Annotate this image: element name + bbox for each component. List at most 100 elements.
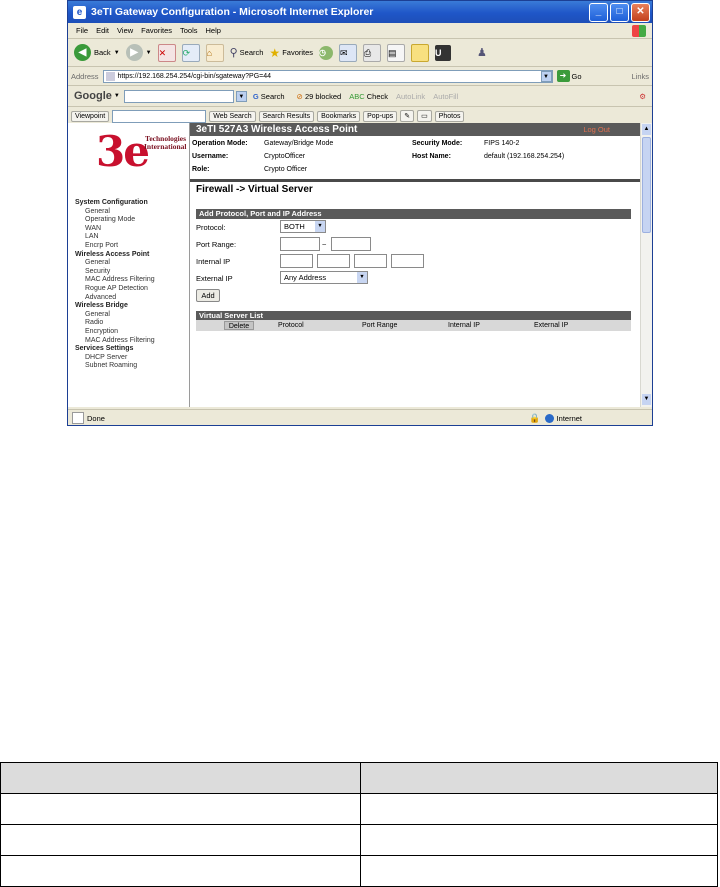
search-results-button[interactable]: Search Results: [258, 110, 315, 122]
address-input[interactable]: https://192.168.254.254/cgi-bin/sgateway…: [102, 69, 553, 83]
search-button[interactable]: ⚲ Search: [230, 46, 264, 59]
autofill-button[interactable]: AutoFill: [433, 92, 458, 101]
nav-item[interactable]: Security: [75, 268, 155, 277]
back-arrow-icon: ◀: [74, 44, 91, 61]
google-logo[interactable]: Google: [74, 90, 112, 102]
logout-link[interactable]: Log Out: [583, 125, 610, 134]
maximize-button[interactable]: □: [610, 2, 629, 22]
print-icon[interactable]: ⎙: [363, 43, 382, 62]
back-button[interactable]: ◀ Back ▼: [74, 44, 120, 61]
people-icon[interactable]: ♟: [477, 46, 487, 59]
scroll-down-icon[interactable]: ▼: [642, 394, 651, 405]
table-cell: [360, 793, 718, 825]
scroll-up-icon[interactable]: ▲: [642, 124, 651, 135]
table-row: [0, 855, 718, 887]
internal-ip-octet-2[interactable]: [317, 254, 350, 268]
google-search-button[interactable]: G Search: [253, 92, 285, 101]
edit-icon[interactable]: ▤: [387, 43, 406, 62]
scroll-thumb[interactable]: [642, 137, 651, 233]
stop-icon[interactable]: ✕: [157, 43, 176, 62]
nav-item[interactable]: MAC Address Filtering: [75, 276, 155, 285]
nav-section-heading[interactable]: System Configuration: [75, 199, 155, 208]
viewpoint-button[interactable]: Viewpoint: [71, 110, 110, 122]
minimize-button[interactable]: _: [589, 2, 608, 22]
internal-ip-column-header: Internal IP: [448, 322, 480, 329]
nav-item[interactable]: Encryption: [75, 328, 155, 337]
nav-item[interactable]: MAC Address Filtering: [75, 337, 155, 346]
delete-column-button[interactable]: Delete: [224, 321, 254, 330]
pen-icon[interactable]: ✎: [400, 110, 415, 122]
forward-button[interactable]: ▶ ▼: [125, 44, 152, 61]
back-label: Back: [94, 48, 111, 57]
menu-tools[interactable]: Tools: [180, 26, 198, 35]
chevron-down-icon[interactable]: ▼: [540, 70, 552, 82]
home-icon[interactable]: ⌂: [205, 43, 224, 62]
nav-item[interactable]: Rogue AP Detection: [75, 285, 155, 294]
menu-bar: File Edit View Favorites Tools Help: [68, 23, 652, 39]
vertical-scrollbar[interactable]: ▲ ▼: [640, 123, 652, 407]
menu-file[interactable]: File: [76, 26, 88, 35]
nav-item[interactable]: General: [75, 259, 155, 268]
viewpoint-search-input[interactable]: [112, 109, 207, 123]
nav-item[interactable]: Subnet Roaming: [75, 362, 155, 371]
menu-edit[interactable]: Edit: [96, 26, 109, 35]
google-search-label: Search: [260, 91, 285, 101]
host-name-label: Host Name:: [412, 153, 451, 160]
chevron-down-icon[interactable]: ▼: [235, 90, 247, 102]
internal-ip-octet-1[interactable]: [280, 254, 313, 268]
close-button[interactable]: ✕: [631, 2, 650, 22]
settings-icon[interactable]: ⚙: [639, 92, 646, 101]
folder-icon[interactable]: [411, 43, 430, 62]
go-button[interactable]: ➜ Go: [556, 70, 582, 82]
internal-ip-label: Internal IP: [196, 257, 231, 266]
nav-item[interactable]: WAN: [75, 225, 155, 234]
spellcheck-button[interactable]: ABC Check: [349, 92, 388, 101]
device-name: 3eTI 527A3 Wireless Access Point: [196, 124, 358, 135]
nav-item[interactable]: General: [75, 208, 155, 217]
address-label: Address: [71, 71, 99, 81]
table-cell: [360, 762, 718, 794]
menu-view[interactable]: View: [117, 26, 133, 35]
google-toolbar: Google ▼ ▼ G Search ⊘ 29 blocked ABC Che…: [68, 86, 652, 107]
op-mode-value: Gateway/Bridge Mode: [264, 140, 334, 147]
messenger-icon[interactable]: U: [435, 44, 452, 61]
window-icon[interactable]: ▭: [417, 110, 432, 122]
popups-button[interactable]: Pop-ups: [363, 110, 398, 122]
nav-item[interactable]: General: [75, 311, 155, 320]
internal-ip-octet-4[interactable]: [391, 254, 424, 268]
refresh-icon[interactable]: ⟳: [181, 43, 200, 62]
op-mode-label: Operation Mode:: [192, 140, 248, 147]
web-search-button[interactable]: Web Search: [209, 110, 256, 122]
external-ip-select[interactable]: Any Address ▼: [280, 271, 368, 284]
favorites-button[interactable]: ★ Favorites: [269, 46, 313, 60]
port-end-input[interactable]: [331, 237, 371, 251]
history-icon[interactable]: ◷: [319, 45, 334, 60]
nav-item[interactable]: Radio: [75, 319, 155, 328]
nav-item[interactable]: Advanced: [75, 294, 155, 303]
port-range-row: Port Range: ~: [196, 236, 640, 253]
port-start-input[interactable]: [280, 237, 320, 251]
breadcrumb: Firewall -> Virtual Server: [196, 184, 313, 195]
address-bar: Address https://192.168.254.254/cgi-bin/…: [68, 67, 652, 86]
device-header: 3eTI 527A3 Wireless Access Point Log Out: [190, 123, 640, 136]
bookmarks-button[interactable]: Bookmarks: [317, 110, 361, 122]
nav-section-heading[interactable]: Wireless Bridge: [75, 302, 155, 311]
nav-section-heading[interactable]: Wireless Access Point: [75, 251, 155, 260]
menu-favorites[interactable]: Favorites: [141, 26, 172, 35]
menu-help[interactable]: Help: [206, 26, 221, 35]
nav-item[interactable]: Operating Mode: [75, 216, 155, 225]
mail-icon[interactable]: ✉: [339, 43, 358, 62]
nav-item[interactable]: DHCP Server: [75, 354, 155, 363]
add-button[interactable]: Add: [196, 289, 220, 302]
nav-item[interactable]: Encrp Port: [75, 242, 155, 251]
chevron-down-icon[interactable]: ▼: [114, 93, 120, 99]
internal-ip-octet-3[interactable]: [354, 254, 387, 268]
nav-section-heading[interactable]: Services Settings: [75, 345, 155, 354]
nav-item[interactable]: LAN: [75, 233, 155, 242]
google-search-input[interactable]: [123, 89, 234, 103]
links-label[interactable]: Links: [631, 72, 649, 81]
photos-button[interactable]: Photos: [434, 110, 465, 122]
protocol-select[interactable]: BOTH ▼: [280, 220, 326, 233]
autolink-button[interactable]: AutoLink: [396, 92, 425, 101]
popup-blocker[interactable]: ⊘ 29 blocked: [297, 92, 342, 101]
